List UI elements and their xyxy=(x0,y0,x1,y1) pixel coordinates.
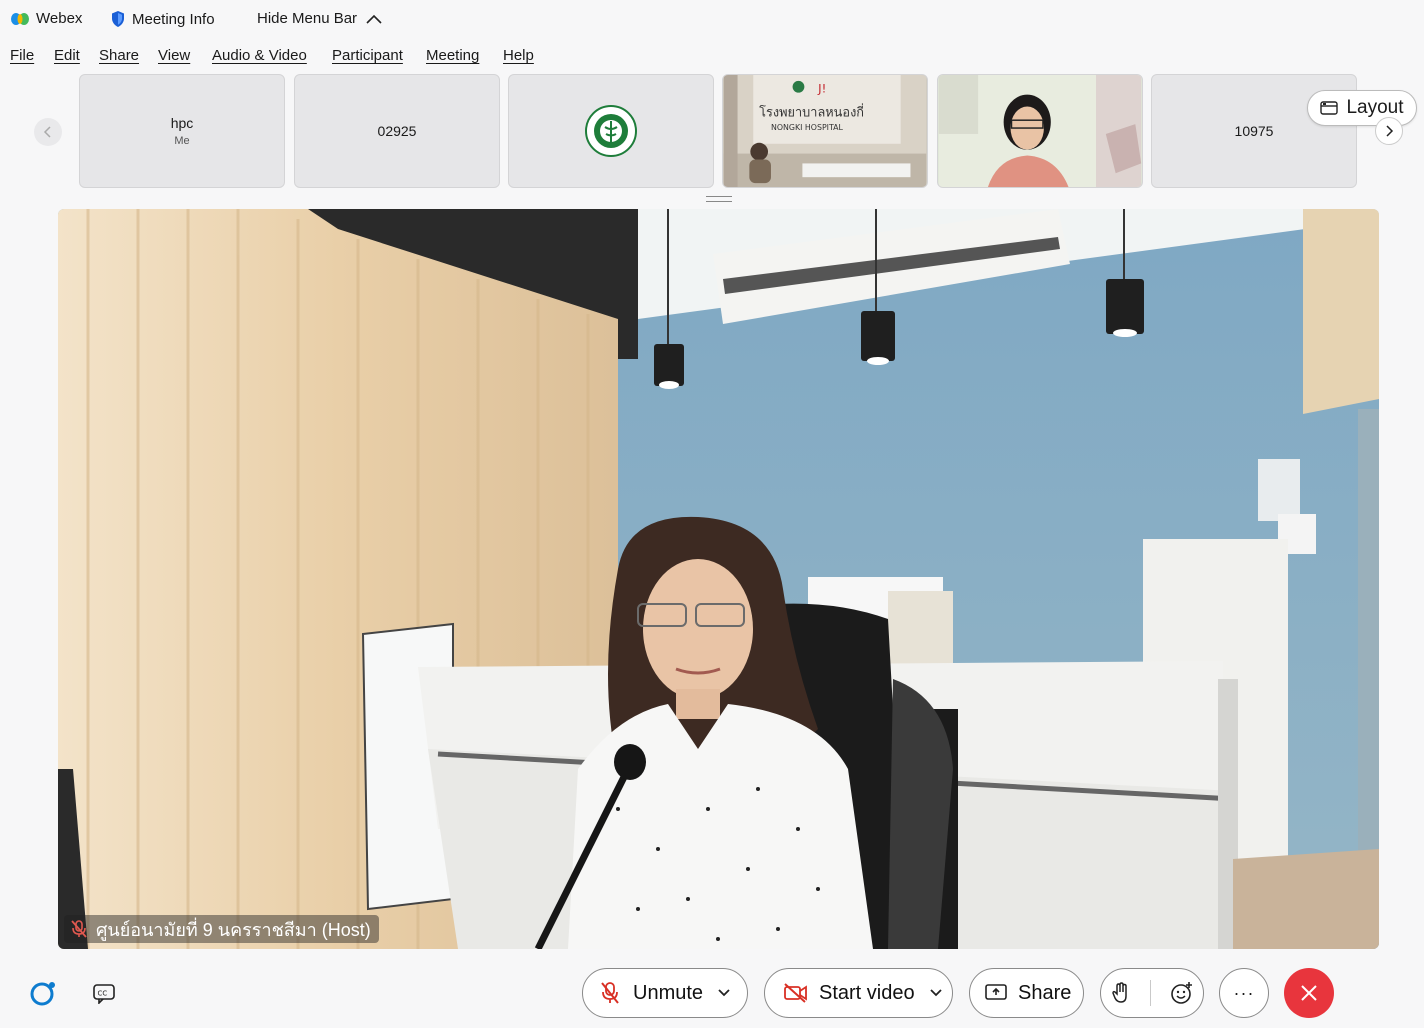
svg-text:J!: J! xyxy=(817,82,826,96)
meeting-info-button[interactable]: Meeting Info xyxy=(110,10,215,28)
participant-tile-video-person[interactable] xyxy=(937,74,1143,188)
chevron-left-icon xyxy=(43,126,51,138)
menu-share[interactable]: Share xyxy=(99,47,139,64)
closed-captions-icon: CC xyxy=(93,984,115,1004)
start-video-label: Start video xyxy=(819,981,915,1004)
title-bar: Webex Meeting Info Hide Menu Bar xyxy=(0,0,1424,38)
ministry-seal-icon xyxy=(585,105,637,157)
resize-handle[interactable] xyxy=(706,196,732,202)
close-icon xyxy=(1301,985,1317,1001)
participant-video-room: J! โรงพยาบาลหนองกี่ NONGKI HOSPITAL xyxy=(723,75,927,187)
layout-icon xyxy=(1320,101,1339,115)
webex-app-label: Webex xyxy=(10,10,82,27)
webex-logo-icon xyxy=(11,12,29,25)
layout-label: Layout xyxy=(1346,97,1404,118)
participant-tile-02925[interactable]: 02925 xyxy=(294,74,500,188)
hide-menu-bar-button[interactable]: Hide Menu Bar xyxy=(257,10,383,27)
filmstrip-next-button[interactable] xyxy=(1375,117,1403,145)
chevron-down-icon xyxy=(718,989,730,997)
more-options-label: ··· xyxy=(1233,983,1255,1003)
raise-hand-icon xyxy=(1111,982,1127,1003)
unmute-label: Unmute xyxy=(633,981,704,1004)
share-button[interactable]: Share xyxy=(969,968,1084,1018)
menu-edit[interactable]: Edit xyxy=(54,47,80,64)
room-sign-thai: โรงพยาบาลหนองกี่ xyxy=(759,103,864,120)
active-speaker-video[interactable]: ศูนย์อนามัยที่ 9 นครราชสีมา (Host) xyxy=(58,209,1379,949)
video-options-button[interactable] xyxy=(929,988,943,998)
meeting-info-label: Meeting Info xyxy=(132,10,215,28)
video-off-icon xyxy=(784,983,807,1003)
assistant-icon xyxy=(30,982,55,1006)
chevron-up-icon xyxy=(366,14,382,24)
leave-meeting-button[interactable] xyxy=(1284,968,1334,1018)
room-sign-en: NONGKI HOSPITAL xyxy=(771,123,844,132)
menu-participant[interactable]: Participant xyxy=(332,47,403,64)
reactions-separator xyxy=(1149,980,1151,1006)
menu-audio-video[interactable]: Audio & Video xyxy=(212,47,307,64)
layout-button[interactable]: Layout xyxy=(1307,90,1417,126)
raise-hand-button[interactable] xyxy=(1111,981,1131,1005)
svg-text:CC: CC xyxy=(98,990,108,998)
muted-mic-icon xyxy=(71,920,87,938)
menu-view[interactable]: View xyxy=(158,47,190,64)
participant-sub: Me xyxy=(174,135,190,147)
more-options-button[interactable]: ··· xyxy=(1219,968,1269,1018)
menu-bar: File Edit Share View Audio & Video Parti… xyxy=(0,44,1424,68)
participant-name: 10975 xyxy=(1234,123,1274,139)
participant-tile-video-room[interactable]: J! โรงพยาบาลหนองกี่ NONGKI HOSPITAL xyxy=(722,74,928,188)
reactions-control xyxy=(1100,968,1204,1018)
share-screen-icon xyxy=(985,984,1007,1000)
participant-name: hpc xyxy=(170,115,194,131)
share-label: Share xyxy=(1018,981,1072,1004)
emoji-add-icon xyxy=(1170,982,1192,1004)
filmstrip-prev-button[interactable] xyxy=(34,118,62,146)
participant-video-person xyxy=(938,75,1142,187)
shield-icon xyxy=(112,11,124,27)
hide-menu-bar-label: Hide Menu Bar xyxy=(257,10,358,27)
unmute-button[interactable]: Unmute xyxy=(583,969,703,1017)
menu-meeting[interactable]: Meeting xyxy=(426,47,479,64)
video-control: Start video xyxy=(764,968,953,1018)
participant-name: 02925 xyxy=(377,123,417,139)
speaker-name: ศูนย์อนามัยที่ 9 นครราชสีมา (Host) xyxy=(96,919,371,940)
chevron-right-icon xyxy=(1386,125,1394,137)
participant-tile-hpc[interactable]: hpc Me xyxy=(79,74,285,188)
audio-options-button[interactable] xyxy=(717,988,731,998)
speaker-name-overlay: ศูนย์อนามัยที่ 9 นครราชสีมา (Host) xyxy=(64,915,379,943)
app-name: Webex xyxy=(36,10,83,27)
reactions-button[interactable] xyxy=(1170,981,1194,1005)
webex-assistant-button[interactable] xyxy=(18,968,68,1018)
muted-mic-icon xyxy=(601,982,619,1004)
start-video-button[interactable]: Start video xyxy=(765,969,915,1017)
closed-captions-button[interactable]: CC xyxy=(79,968,129,1018)
unmute-control: Unmute xyxy=(582,968,748,1018)
menu-file[interactable]: File xyxy=(10,47,34,64)
participant-tile-logo[interactable] xyxy=(508,74,714,188)
speaker-video-frame xyxy=(58,209,1379,949)
menu-help[interactable]: Help xyxy=(503,47,534,64)
chevron-down-icon xyxy=(929,989,942,997)
